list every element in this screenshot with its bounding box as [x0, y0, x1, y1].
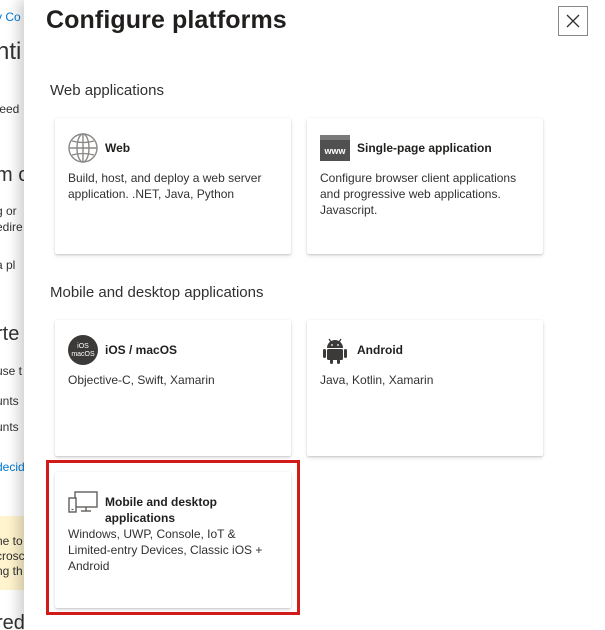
tile-title: Mobile and desktop applications	[105, 495, 218, 525]
ios-macos-icon: iOS macOS	[68, 335, 98, 365]
tile-description: Configure browser client applications an…	[320, 171, 517, 217]
close-button[interactable]	[558, 6, 588, 36]
background-text-fragment: use t	[0, 364, 23, 378]
background-breadcrumb-fragment[interactable]: y Co	[0, 10, 21, 24]
background-text-fragment: edire	[0, 220, 23, 234]
background-heading-fragment: red	[0, 612, 25, 630]
tile-android[interactable]: Android Java, Kotlin, Xamarin	[307, 320, 543, 456]
tile-title: iOS / macOS	[105, 343, 178, 357]
tile-description: Java, Kotlin, Xamarin	[320, 373, 434, 387]
macos-icon-text: macOS	[71, 351, 95, 358]
ios-icon-text: iOS	[77, 343, 89, 350]
svg-text:www: www	[323, 146, 346, 156]
section-title-mobile-and-desktop-applications: Mobile and desktop applications	[50, 284, 264, 301]
tile-web[interactable]: Web Build, host, and deploy a web server…	[55, 118, 291, 254]
tile-description: Windows, UWP, Console, IoT & Limited-ent…	[68, 527, 263, 573]
background-text-fragment: feed	[0, 102, 20, 116]
www-icon: www	[320, 135, 350, 161]
tile-title: Single-page application	[357, 141, 492, 155]
close-icon	[566, 14, 580, 28]
background-text-fragment: unts	[0, 394, 19, 408]
tile-description: Objective-C, Swift, Xamarin	[68, 373, 215, 387]
background-notice-fragment: ne to	[0, 534, 23, 548]
tile-description: Build, host, and deploy a web server app…	[68, 171, 262, 201]
globe-icon	[68, 133, 98, 163]
background-link-fragment[interactable]: decid	[0, 460, 25, 474]
tile-mobile-and-desktop-applications[interactable]: Mobile and desktop applications Windows,…	[55, 472, 291, 608]
desktop-monitor-icon	[68, 491, 98, 513]
background-heading-fragment: rte	[0, 323, 20, 345]
section-title-web-applications: Web applications	[50, 82, 164, 99]
background-text-fragment: g or	[0, 204, 17, 218]
background-text-fragment: unts	[0, 420, 19, 434]
background-text-fragment: a pl	[0, 258, 16, 272]
background-heading-fragment: nti	[0, 38, 22, 65]
tile-ios-macos[interactable]: iOS macOS iOS / macOS Objective-C, Swift…	[55, 320, 291, 456]
android-icon	[323, 338, 347, 364]
background-notice-fragment: ng th	[0, 564, 23, 578]
tile-title: Android	[357, 343, 403, 357]
tile-title: Web	[105, 141, 131, 155]
tile-single-page-application[interactable]: www Single-page application Configure br…	[307, 118, 543, 254]
panel-title: Configure platforms	[46, 6, 287, 34]
configure-platforms-panel: Configure platforms Web applications Web…	[24, 0, 605, 630]
background-notice-fragment: crosc	[0, 549, 25, 563]
